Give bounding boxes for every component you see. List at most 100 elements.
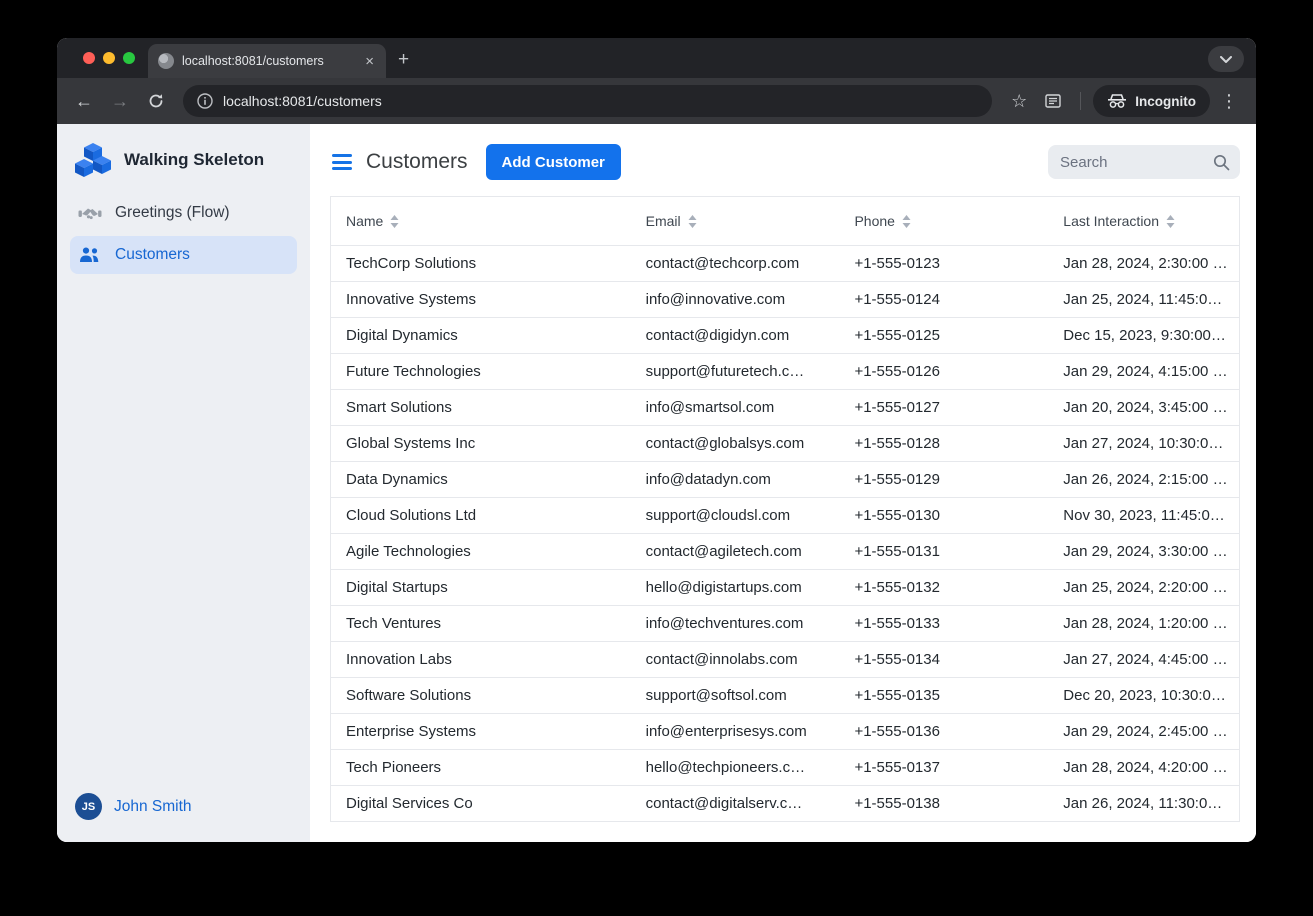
column-header-email[interactable]: Email <box>631 213 840 229</box>
sidebar-item-greetings[interactable]: Greetings (Flow) <box>70 194 297 232</box>
back-button[interactable]: ← <box>69 86 99 116</box>
table-row[interactable]: Tech Pioneershello@techpioneers.c…+1-555… <box>331 749 1239 785</box>
cell-phone: +1-555-0133 <box>839 615 1048 632</box>
table-row[interactable]: Tech Venturesinfo@techventures.com+1-555… <box>331 605 1239 641</box>
cell-last-interaction: Dec 15, 2023, 9:30:00… <box>1048 327 1239 344</box>
cell-phone: +1-555-0135 <box>839 687 1048 704</box>
sidebar-item-label: Customers <box>115 246 190 264</box>
cell-name: Tech Ventures <box>331 615 631 632</box>
window-controls[interactable] <box>83 52 135 64</box>
table-row[interactable]: Innovation Labscontact@innolabs.com+1-55… <box>331 641 1239 677</box>
chevron-down-icon <box>1220 56 1232 63</box>
sort-icon[interactable] <box>902 215 911 228</box>
sort-icon[interactable] <box>390 215 399 228</box>
cell-email: info@techventures.com <box>631 615 840 632</box>
table-header-row: Name Email Phone Last Interaction <box>331 197 1239 245</box>
cell-last-interaction: Jan 26, 2024, 2:15:00 … <box>1048 471 1239 488</box>
sidebar-item-customers[interactable]: Customers <box>70 236 297 274</box>
new-tab-button[interactable]: + <box>398 49 409 71</box>
cell-last-interaction: Jan 29, 2024, 4:15:00 … <box>1048 363 1239 380</box>
user-profile[interactable]: JS John Smith <box>57 777 310 842</box>
cell-last-interaction: Jan 28, 2024, 2:30:00 … <box>1048 255 1239 272</box>
cell-name: Digital Startups <box>331 579 631 596</box>
table-row[interactable]: Cloud Solutions Ltdsupport@cloudsl.com+1… <box>331 497 1239 533</box>
app-brand: Walking Skeleton <box>57 124 310 192</box>
cell-phone: +1-555-0130 <box>839 507 1048 524</box>
page-title: Customers <box>366 150 468 174</box>
avatar: JS <box>75 793 102 820</box>
table-row[interactable]: Global Systems Inccontact@globalsys.com+… <box>331 425 1239 461</box>
forward-button[interactable]: → <box>105 86 135 116</box>
table-row[interactable]: Smart Solutionsinfo@smartsol.com+1-555-0… <box>331 389 1239 425</box>
cell-name: Future Technologies <box>331 363 631 380</box>
cell-name: Digital Dynamics <box>331 327 631 344</box>
search-box[interactable] <box>1048 145 1240 179</box>
cell-phone: +1-555-0126 <box>839 363 1048 380</box>
cell-last-interaction: Jan 28, 2024, 1:20:00 … <box>1048 615 1239 632</box>
cell-name: Innovation Labs <box>331 651 631 668</box>
reading-list-button[interactable] <box>1038 86 1068 116</box>
browser-window: localhost:8081/customers × + ← → localho… <box>57 38 1256 842</box>
table-row[interactable]: Future Technologiessupport@futuretech.c…… <box>331 353 1239 389</box>
cell-name: TechCorp Solutions <box>331 255 631 272</box>
tab-favicon-icon <box>158 53 174 69</box>
table-row[interactable]: Agile Technologiescontact@agiletech.com+… <box>331 533 1239 569</box>
cell-name: Cloud Solutions Ltd <box>331 507 631 524</box>
cell-name: Smart Solutions <box>331 399 631 416</box>
table-row[interactable]: Digital Startupshello@digistartups.com+1… <box>331 569 1239 605</box>
cell-email: info@innovative.com <box>631 291 840 308</box>
table-row[interactable]: TechCorp Solutionscontact@techcorp.com+1… <box>331 245 1239 281</box>
cell-phone: +1-555-0131 <box>839 543 1048 560</box>
table-row[interactable]: Software Solutionssupport@softsol.com+1-… <box>331 677 1239 713</box>
bookmark-star-button[interactable]: ☆ <box>1004 86 1034 116</box>
close-window-button[interactable] <box>83 52 95 64</box>
search-input[interactable] <box>1060 154 1213 171</box>
cell-last-interaction: Jan 26, 2024, 11:30:0… <box>1048 795 1239 812</box>
cell-phone: +1-555-0127 <box>839 399 1048 416</box>
cell-last-interaction: Jan 29, 2024, 2:45:00 … <box>1048 723 1239 740</box>
site-info-icon[interactable] <box>197 93 213 109</box>
cell-last-interaction: Jan 25, 2024, 2:20:00 … <box>1048 579 1239 596</box>
reload-button[interactable] <box>141 86 171 116</box>
column-header-name[interactable]: Name <box>331 213 631 229</box>
table-row[interactable]: Enterprise Systemsinfo@enterprisesys.com… <box>331 713 1239 749</box>
browser-tab[interactable]: localhost:8081/customers × <box>148 44 386 78</box>
browser-menu-button[interactable]: ⋮ <box>1214 86 1244 116</box>
cell-name: Data Dynamics <box>331 471 631 488</box>
cell-phone: +1-555-0124 <box>839 291 1048 308</box>
tab-strip: localhost:8081/customers × + <box>57 38 1256 78</box>
table-row[interactable]: Innovative Systemsinfo@innovative.com+1-… <box>331 281 1239 317</box>
cell-email: contact@agiletech.com <box>631 543 840 560</box>
cell-last-interaction: Jan 29, 2024, 3:30:00 … <box>1048 543 1239 560</box>
table-row[interactable]: Digital Services Cocontact@digitalserv.c… <box>331 785 1239 821</box>
cell-phone: +1-555-0137 <box>839 759 1048 776</box>
cell-email: support@futuretech.c… <box>631 363 840 380</box>
side-panel-icon <box>1045 93 1061 109</box>
cell-last-interaction: Jan 27, 2024, 10:30:0… <box>1048 435 1239 452</box>
url-text: localhost:8081/customers <box>223 93 382 109</box>
column-header-last-interaction[interactable]: Last Interaction <box>1048 213 1239 229</box>
sort-icon[interactable] <box>688 215 697 228</box>
cell-email: contact@innolabs.com <box>631 651 840 668</box>
maximize-window-button[interactable] <box>123 52 135 64</box>
cell-email: contact@digitalserv.c… <box>631 795 840 812</box>
cell-last-interaction: Jan 27, 2024, 4:45:00 … <box>1048 651 1239 668</box>
cell-email: info@datadyn.com <box>631 471 840 488</box>
cell-last-interaction: Jan 20, 2024, 3:45:00 … <box>1048 399 1239 416</box>
cell-last-interaction: Jan 28, 2024, 4:20:00 … <box>1048 759 1239 776</box>
cell-name: Digital Services Co <box>331 795 631 812</box>
user-name: John Smith <box>114 798 192 816</box>
sidebar: Walking Skeleton Greetings (Flow) <box>57 124 310 842</box>
sort-icon[interactable] <box>1166 215 1175 228</box>
tab-search-chevron-button[interactable] <box>1208 46 1244 72</box>
table-row[interactable]: Data Dynamicsinfo@datadyn.com+1-555-0129… <box>331 461 1239 497</box>
cell-email: info@smartsol.com <box>631 399 840 416</box>
column-header-phone[interactable]: Phone <box>839 213 1048 229</box>
address-bar[interactable]: localhost:8081/customers <box>183 85 992 117</box>
menu-toggle-button[interactable] <box>332 154 352 170</box>
table-row[interactable]: Digital Dynamicscontact@digidyn.com+1-55… <box>331 317 1239 353</box>
minimize-window-button[interactable] <box>103 52 115 64</box>
cell-name: Global Systems Inc <box>331 435 631 452</box>
tab-close-icon[interactable]: × <box>363 53 376 70</box>
add-customer-button[interactable]: Add Customer <box>486 144 621 180</box>
